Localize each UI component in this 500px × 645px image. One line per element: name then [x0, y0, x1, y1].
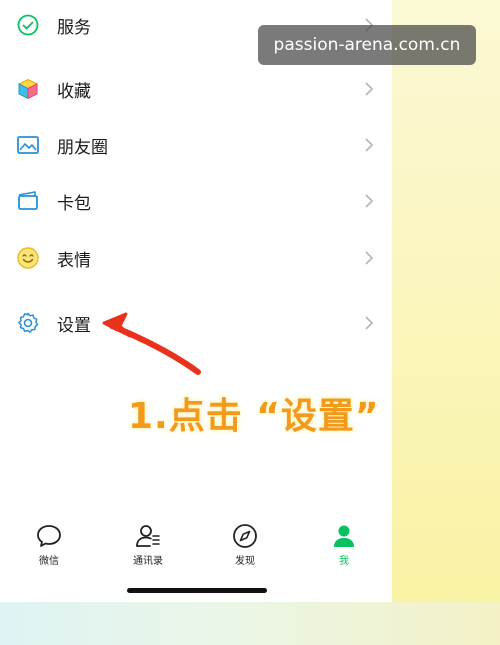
chevron-right-icon — [365, 138, 374, 152]
gear-icon — [16, 311, 40, 335]
menu-label-favorites: 收藏 — [57, 81, 91, 102]
compass-icon — [233, 524, 257, 548]
instruction-callout: 1.点击 “设置” — [128, 396, 380, 437]
red-arrow-annotation — [102, 312, 201, 375]
home-indicator[interactable] — [127, 588, 267, 593]
menu-label-card-wallet: 卡包 — [57, 193, 91, 214]
chat-bubble-icon — [37, 525, 61, 547]
background-bottom-strip — [0, 602, 500, 645]
menu-item-moments[interactable]: 朋友圈 — [0, 120, 392, 170]
service-icon — [16, 13, 40, 37]
menu-label-service: 服务 — [57, 17, 91, 38]
chevron-right-icon — [365, 316, 374, 330]
tab-chats[interactable]: 微信 — [19, 518, 79, 570]
tab-discover[interactable]: 发现 — [215, 518, 275, 570]
card-wallet-icon — [16, 189, 40, 213]
menu-label-stickers: 表情 — [57, 250, 91, 271]
tab-label-contacts: 通讯录 — [133, 556, 163, 567]
contacts-icon — [136, 525, 160, 547]
chevron-right-icon — [365, 82, 374, 96]
favorites-cube-icon — [16, 77, 40, 101]
tab-contacts[interactable]: 通讯录 — [118, 518, 178, 570]
menu-label-settings: 设置 — [57, 315, 91, 336]
chevron-right-icon — [365, 251, 374, 265]
moments-image-icon — [16, 133, 40, 157]
menu-item-card-wallet[interactable]: 卡包 — [0, 176, 392, 226]
background-right-panel — [392, 0, 500, 645]
tab-label-me: 我 — [339, 556, 349, 567]
chevron-right-icon — [365, 194, 374, 208]
menu-item-favorites[interactable]: 收藏 — [0, 64, 392, 114]
watermark: passion-arena.com.cn — [258, 25, 476, 65]
emoji-face-icon — [16, 246, 40, 270]
profile-icon — [334, 525, 354, 547]
tab-me[interactable]: 我 — [314, 518, 374, 570]
bottom-tab-bar: 微信 通讯录 发现 我 — [0, 518, 392, 572]
tab-label-discover: 发现 — [235, 556, 255, 567]
tab-label-chats: 微信 — [39, 556, 59, 567]
menu-item-stickers[interactable]: 表情 — [0, 233, 392, 283]
menu-label-moments: 朋友圈 — [57, 137, 108, 158]
phone-screen: 服务 收藏 朋友圈 卡包 表情 设置 微信 通讯录 发现 我 — [0, 0, 392, 602]
